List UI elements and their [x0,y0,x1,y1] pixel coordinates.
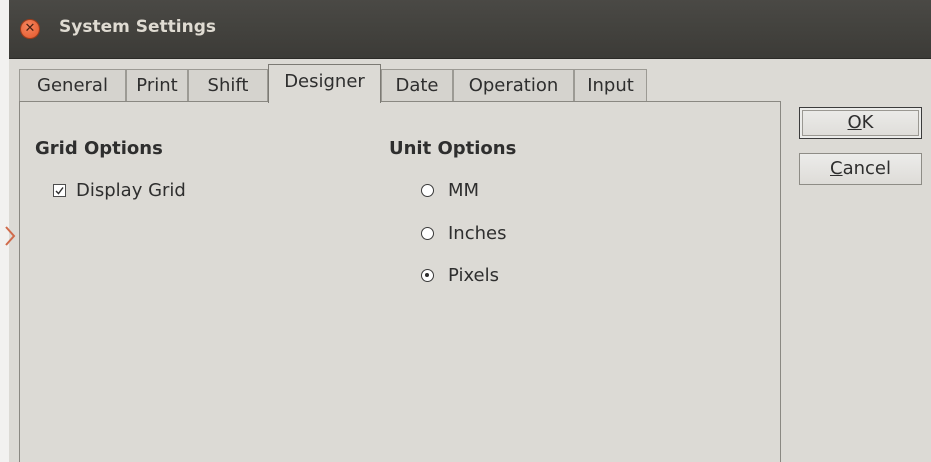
tab-shift[interactable]: Shift [188,69,268,102]
display-grid-label: Display Grid [76,180,186,201]
window-title: System Settings [59,17,216,37]
tab-date[interactable]: Date [381,69,453,102]
radio-mm-label: MM [448,180,480,201]
close-icon[interactable]: ✕ [21,20,39,38]
radio-pixels[interactable]: Pixels [421,265,499,286]
tab-print[interactable]: Print [126,69,188,102]
cancel-mnemonic: C [830,158,843,179]
tab-general[interactable]: General [19,69,126,102]
radio-mm-indicator[interactable] [421,184,434,197]
radio-pixels-label: Pixels [448,265,500,286]
tab-operation[interactable]: Operation [453,69,574,102]
title-bar[interactable]: ✕ System Settings [9,0,931,59]
ok-mnemonic: O [847,112,862,133]
grid-options-title: Grid Options [35,138,163,159]
ok-button[interactable]: OK [799,107,922,139]
ok-label-rest: K [861,112,874,133]
cancel-button[interactable]: Cancel [799,153,922,185]
tab-input[interactable]: Input [574,69,647,102]
radio-inches[interactable]: Inches [421,223,506,244]
designer-tab-panel: Grid Options Display Grid Unit Options M… [19,101,781,462]
unit-options-title: Unit Options [389,138,517,159]
system-settings-window: ✕ System Settings General Print Shift De… [5,0,931,462]
radio-inches-label: Inches [448,223,507,244]
tab-designer[interactable]: Designer [268,64,381,103]
checkmark-icon[interactable] [53,184,66,197]
radio-pixels-indicator[interactable] [421,269,434,282]
cancel-label-rest: ancel [842,158,891,179]
radio-mm[interactable]: MM [421,180,479,201]
radio-inches-indicator[interactable] [421,227,434,240]
display-grid-checkbox[interactable]: Display Grid [53,180,186,201]
